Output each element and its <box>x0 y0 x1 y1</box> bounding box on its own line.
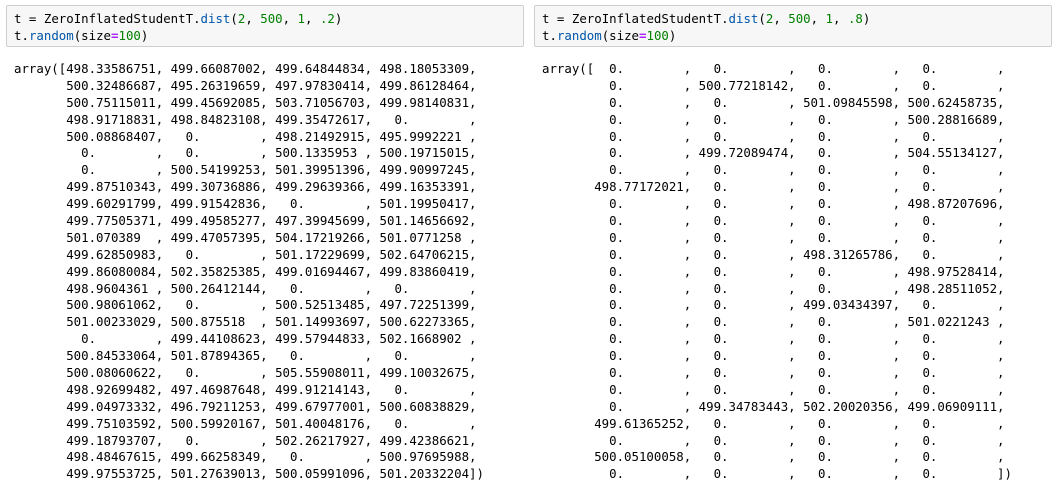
output-line: 0. , 0. , 0. , 0. ]) <box>542 466 1012 482</box>
assign-operator: = <box>21 11 44 26</box>
output-line: 0. , 0. , 0. , 0. , <box>542 229 1005 245</box>
output-line: 500.08868407, 0. , 498.21492915, 495.999… <box>14 128 477 144</box>
output-line: 500.98061062, 0. , 500.52513485, 497.722… <box>14 297 477 313</box>
dot: . <box>549 28 557 43</box>
code-line-1: t = ZeroInflatedStudentT.dist(2, 500, 1,… <box>542 11 870 26</box>
close-paren: ) <box>668 28 677 43</box>
output-line: 500.32486687, 495.26319659, 497.97830414… <box>14 77 477 93</box>
output-line: 0. , 0. , 0. , 498.97528414, <box>542 263 1005 279</box>
output-line: 499.77505371, 499.49585277, 497.39945699… <box>14 213 477 229</box>
notebook-cell-right: t = ZeroInflatedStudentT.dist(2, 500, 1,… <box>534 0 1052 483</box>
method-name: dist <box>200 11 231 26</box>
output-line: 498.91718831, 498.84823108, 499.35472617… <box>14 111 477 127</box>
code-input-left[interactable]: t = ZeroInflatedStudentT.dist(2, 500, 1,… <box>6 5 524 47</box>
output-line: 0. , 0. , 0. , 0. , <box>542 128 1005 144</box>
output-line: 500.84533064, 501.87894365, 0. , 0. , <box>14 348 477 364</box>
keyword-arg: size <box>609 28 640 43</box>
method-name: dist <box>728 11 759 26</box>
comma: , <box>305 11 320 26</box>
output-line: 0. , 499.44108623, 499.57944833, 502.166… <box>14 331 477 347</box>
open-paren: ( <box>758 11 766 26</box>
output-line: 0. , 0. , 0. , 0. , <box>542 162 1005 178</box>
output-line: 0. , 0. , 499.03434397, 0. , <box>542 297 1005 313</box>
output-line: 499.61365252, 0. , 0. , 0. , <box>542 415 1005 431</box>
output-line: 0. , 0. , 0. , 498.87207696, <box>542 196 1005 212</box>
output-line: 0. , 500.77218142, 0. , 0. , <box>542 77 1005 93</box>
method-name: random <box>556 28 602 43</box>
close-paren: ) <box>862 11 871 26</box>
output-line: 499.60291799, 499.91542836, 0. , 501.199… <box>14 196 477 212</box>
output-line: 0. , 0. , 500.1335953 , 500.19715015, <box>14 145 477 161</box>
cell-output-left: array([498.33586751, 499.66087002, 499.6… <box>6 61 524 483</box>
close-paren: ) <box>140 28 149 43</box>
output-line: 0. , 0. , 0. , 0. , <box>542 432 1005 448</box>
output-line: 0. , 0. , 0. , 498.28511052, <box>542 280 1005 296</box>
output-line: 499.97553725, 501.27639013, 500.05991096… <box>14 466 484 482</box>
class-name: ZeroInflatedStudentT <box>571 11 722 26</box>
arg-4: .8 <box>847 11 863 26</box>
dot: . <box>193 11 201 26</box>
arg-3: 1 <box>297 11 306 26</box>
arg-3: 1 <box>825 11 834 26</box>
output-line: 499.87510343, 499.30736886, 499.29639366… <box>14 179 477 195</box>
code-line-2: t.random(size=100) <box>542 28 676 43</box>
output-line: 498.48467615, 499.66258349, 0. , 500.976… <box>14 449 477 465</box>
output-line: 500.08060622, 0. , 505.55908011, 499.100… <box>14 365 477 381</box>
output-line: 0. , 0. , 0. , 0. , <box>542 381 1005 397</box>
close-paren: ) <box>334 11 343 26</box>
code-input-right[interactable]: t = ZeroInflatedStudentT.dist(2, 500, 1,… <box>534 5 1052 47</box>
output-line: 0. , 0. , 0. , 0. , <box>542 348 1005 364</box>
output-line: 498.77172021, 0. , 0. , 0. , <box>542 179 1005 195</box>
output-line: 0. , 499.34783443, 502.20020356, 499.069… <box>542 398 1005 414</box>
output-line: 499.86080084, 502.35825385, 499.01694467… <box>14 263 477 279</box>
output-line: 499.04973332, 496.79211253, 499.67977001… <box>14 398 477 414</box>
output-line: 499.62850983, 0. , 501.17229699, 502.647… <box>14 246 477 262</box>
output-line: 0. , 0. , 501.09845598, 500.62458735, <box>542 94 1005 110</box>
output-line: 501.00233029, 500.875518 , 501.14993697,… <box>14 314 477 330</box>
arg-2: 500 <box>788 11 811 26</box>
output-line: 0. , 0. , 0. , 501.0221243 , <box>542 314 1005 330</box>
size-value: 100 <box>646 28 669 43</box>
notebook-cell-left: t = ZeroInflatedStudentT.dist(2, 500, 1,… <box>6 0 524 483</box>
output-line: 499.75103592, 500.59920167, 501.40048176… <box>14 415 477 431</box>
open-paren: ( <box>230 11 238 26</box>
output-line: array([498.33586751, 499.66087002, 499.6… <box>14 61 477 76</box>
code-line-1: t = ZeroInflatedStudentT.dist(2, 500, 1,… <box>14 11 342 26</box>
output-line: 0. , 0. , 0. , 0. , <box>542 331 1005 347</box>
assign-operator: = <box>549 11 572 26</box>
method-name: random <box>28 28 74 43</box>
comma: , <box>833 11 848 26</box>
dot: . <box>21 28 29 43</box>
output-line: 0. , 0. , 0. , 500.28816689, <box>542 111 1005 127</box>
output-line: 499.18793707, 0. , 502.26217927, 499.423… <box>14 432 477 448</box>
class-name: ZeroInflatedStudentT <box>43 11 194 26</box>
arg-2: 500 <box>260 11 283 26</box>
cell-output-right: array([ 0. , 0. , 0. , 0. , 0. , 500.772… <box>534 61 1052 483</box>
output-line: 500.05100058, 0. , 0. , 0. , <box>542 449 1005 465</box>
output-line: 0. , 500.54199253, 501.39951396, 499.909… <box>14 162 477 178</box>
size-value: 100 <box>118 28 141 43</box>
output-line: 501.070389 , 499.47057395, 504.17219266,… <box>14 229 477 245</box>
dot: . <box>721 11 729 26</box>
output-line: 498.92699482, 497.46987648, 499.91214143… <box>14 381 477 397</box>
comma: , <box>810 11 826 26</box>
comma: , <box>773 11 789 26</box>
comma: , <box>282 11 298 26</box>
output-line: 498.9604361 , 500.26412144, 0. , 0. , <box>14 280 477 296</box>
arg-4: .2 <box>319 11 335 26</box>
output-line: array([ 0. , 0. , 0. , 0. , <box>542 61 1005 76</box>
output-line: 0. , 499.72089474, 0. , 504.55134127, <box>542 145 1005 161</box>
output-line: 0. , 0. , 0. , 0. , <box>542 365 1005 381</box>
output-line: 0. , 0. , 498.31265786, 0. , <box>542 246 1005 262</box>
comma: , <box>245 11 261 26</box>
code-line-2: t.random(size=100) <box>14 28 148 43</box>
output-line: 0. , 0. , 0. , 0. , <box>542 213 1005 229</box>
output-line: 500.75115011, 499.45692085, 503.71056703… <box>14 94 477 110</box>
keyword-arg: size <box>81 28 112 43</box>
